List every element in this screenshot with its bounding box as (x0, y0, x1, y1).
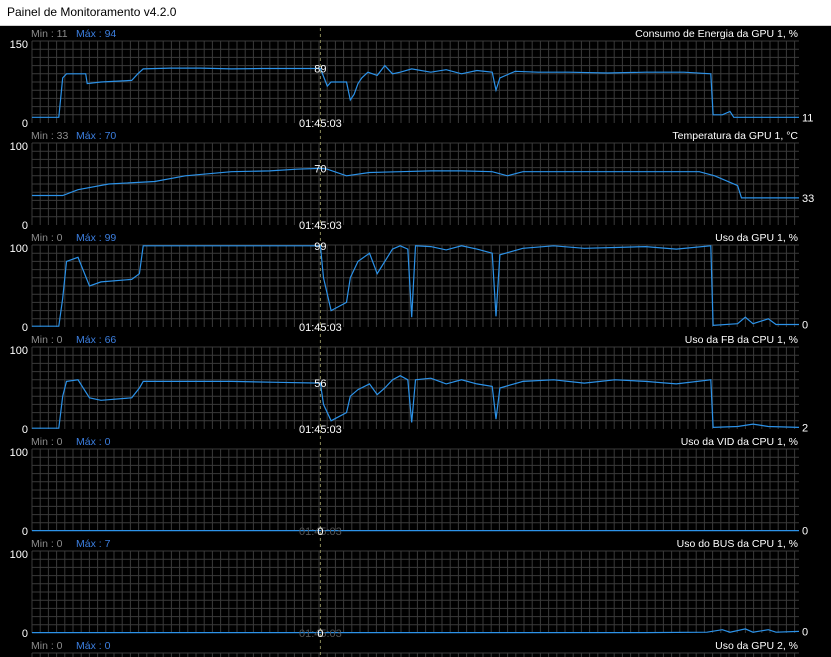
panel-title: Uso da GPU 1, % (715, 232, 798, 244)
cursor-time-label: 01:45:03 (299, 322, 342, 334)
panel-title: Temperatura da GPU 1, °C (672, 130, 798, 142)
y-axis-max: 100 (10, 447, 28, 459)
y-axis-min: 0 (22, 526, 28, 538)
min-label: Min : 11 (31, 28, 68, 40)
current-value: 0 (802, 526, 808, 538)
graph-panel: Min : 11 Máx : 94 Consumo de Energia da GP… (10, 28, 813, 130)
y-axis-max: 100 (10, 243, 28, 255)
current-value: 2 (802, 422, 808, 434)
max-label: Máx : 94 (76, 28, 116, 40)
graph-panel: Min : 33 Máx : 70 Temperatura da GPU 1, °C… (10, 130, 814, 232)
title-bar: Painel de Monitoramento v4.2.0 (0, 0, 831, 26)
max-label: Máx : 99 (76, 232, 116, 244)
panel-title: Uso do BUS da CPU 1, % (677, 538, 798, 550)
graph-panel: Min : 0 Máx : 0 Uso da GPU 2, % (31, 640, 799, 657)
grid (31, 448, 799, 531)
min-label: Min : 0 (31, 436, 63, 448)
min-label: Min : 0 (31, 334, 63, 346)
current-value: 0 (802, 626, 808, 638)
grid (31, 550, 799, 633)
cursor-time-label: 01:45:03 (299, 118, 342, 130)
y-axis-max: 100 (10, 549, 28, 561)
grid (31, 346, 799, 429)
graph-panel: Min : 0 Máx : 7 Uso do BUS da CPU 1, % 100 0… (10, 538, 808, 640)
panel-title: Consumo de Energia da GPU 1, % (635, 28, 798, 40)
cursor-value: 99 (314, 241, 326, 253)
grid (31, 142, 799, 225)
max-label: Máx : 7 (76, 538, 111, 550)
min-label: Min : 0 (31, 232, 63, 244)
current-value: 11 (802, 112, 813, 124)
max-label: Máx : 0 (76, 436, 111, 448)
y-axis-max: 100 (10, 345, 28, 357)
y-axis-max: 150 (10, 39, 28, 51)
grid (31, 652, 799, 657)
cursor-value: 0 (317, 526, 323, 538)
graph-panel: Min : 0 Máx : 99 Uso da GPU 1, % 100 0 01:45:… (10, 232, 808, 334)
min-label: Min : 0 (31, 538, 63, 550)
panel-title: Uso da VID da CPU 1, % (681, 436, 798, 448)
y-axis-min: 0 (22, 424, 28, 436)
max-label: Máx : 70 (76, 130, 116, 142)
y-axis-min: 0 (22, 118, 28, 130)
current-value: 0 (802, 320, 808, 332)
cursor-time-label: 01:45:03 (299, 424, 342, 436)
y-axis-min: 0 (22, 220, 28, 232)
min-label: Min : 33 (31, 130, 69, 142)
monitoring-graphs: Min : 11 Máx : 94 Consumo de Energia da GP… (10, 28, 814, 657)
cursor-value: 70 (314, 163, 326, 175)
panel-title: Uso da GPU 2, % (715, 640, 798, 652)
max-label: Máx : 0 (76, 640, 111, 652)
min-label: Min : 0 (31, 640, 63, 652)
cursor-value: 0 (317, 628, 323, 640)
max-label: Máx : 66 (76, 334, 116, 346)
y-axis-min: 0 (22, 322, 28, 334)
y-axis-max: 100 (10, 141, 28, 153)
grid (31, 40, 799, 123)
panel-title: Uso da FB da CPU 1, % (685, 334, 798, 346)
cursor-value: 89 (314, 63, 326, 75)
y-axis-min: 0 (22, 628, 28, 640)
current-value: 33 (802, 193, 814, 205)
graph-panel: Min : 0 Máx : 66 Uso da FB da CPU 1, % 100 0… (10, 334, 808, 436)
cursor-value: 56 (314, 378, 326, 390)
window-title: Painel de Monitoramento v4.2.0 (7, 5, 177, 19)
graph-panel: Min : 0 Máx : 0 Uso da VID da CPU 1, % 100 0… (10, 436, 808, 538)
grid (31, 244, 799, 327)
cursor-time-label: 01:45:03 (299, 220, 342, 232)
